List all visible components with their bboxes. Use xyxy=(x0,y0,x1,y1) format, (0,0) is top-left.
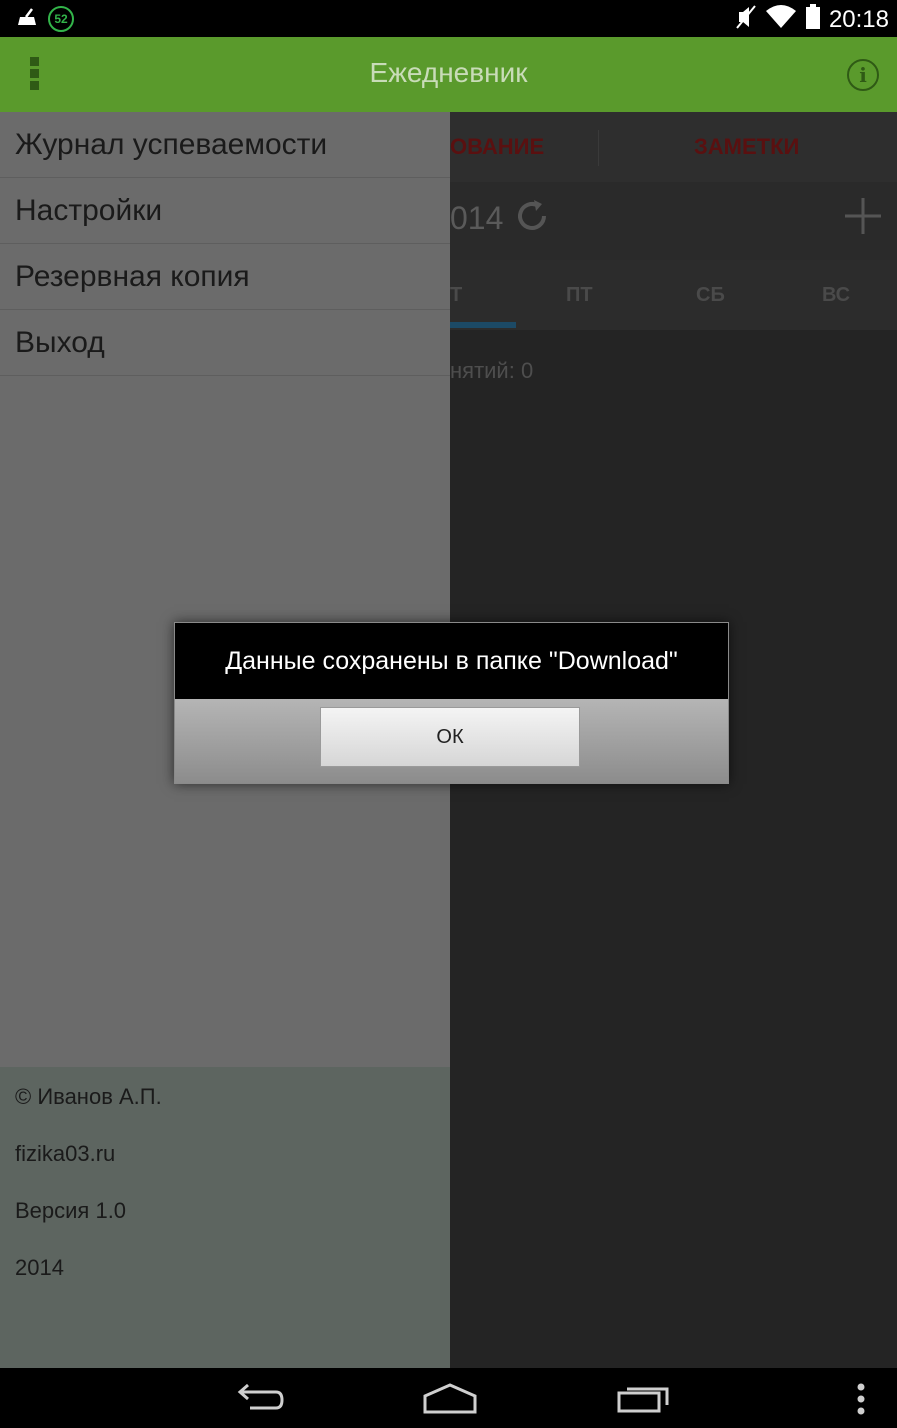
mute-icon xyxy=(735,4,757,35)
screen: 52 20:18 Ежедневник i ОВАНИЕ ЗАМЕТКИ 014… xyxy=(0,0,897,1428)
app-title: Ежедневник xyxy=(369,57,528,88)
battery-icon xyxy=(805,4,821,35)
day-tab-thu[interactable]: Т xyxy=(450,284,462,307)
tabs-row: ОВАНИЕ ЗАМЕТКИ xyxy=(450,112,897,182)
date-row: 014 xyxy=(450,182,897,260)
day-tab-sat[interactable]: СБ xyxy=(696,284,725,307)
recents-icon[interactable] xyxy=(616,1382,670,1419)
clock: 20:18 xyxy=(828,5,889,33)
notification-badge-icon: 52 xyxy=(48,6,74,32)
year-text: 2014 xyxy=(15,1255,64,1280)
drawer-item-exit[interactable]: Выход xyxy=(0,310,450,376)
day-tab-sun[interactable]: ВС xyxy=(822,284,850,307)
day-tab-indicator xyxy=(450,322,516,328)
overflow-menu-icon[interactable] xyxy=(856,1382,866,1421)
home-icon[interactable] xyxy=(422,1382,478,1419)
tab-schedule[interactable]: ОВАНИЕ xyxy=(450,134,544,160)
back-icon[interactable] xyxy=(232,1382,284,1419)
system-nav-bar xyxy=(0,1368,897,1428)
drawer-item-settings[interactable]: Настройки xyxy=(0,178,450,244)
date-label: 014 xyxy=(450,200,504,236)
drawer-item-gradebook[interactable]: Журнал успеваемости xyxy=(0,112,450,178)
wifi-icon xyxy=(765,5,797,34)
status-bar: 52 20:18 xyxy=(0,0,897,37)
dialog-button-bar: ОК xyxy=(175,699,728,783)
ok-button[interactable]: ОК xyxy=(320,707,580,767)
info-icon[interactable]: i xyxy=(847,59,879,91)
drawer-footer: © Иванов А.П. fizika03.ru Версия 1.0 201… xyxy=(0,1067,450,1368)
author-text: © Иванов А.П. xyxy=(15,1084,162,1109)
status-right: 20:18 xyxy=(735,4,889,35)
day-tab-fri[interactable]: ПТ xyxy=(566,284,593,307)
status-left: 52 xyxy=(16,6,74,32)
tab-divider xyxy=(598,130,599,166)
action-bar: Ежедневник i xyxy=(0,37,897,112)
site-link[interactable]: fizika03.ru xyxy=(15,1141,115,1167)
refresh-icon[interactable] xyxy=(514,198,550,234)
cleaner-icon xyxy=(16,7,38,32)
days-row: Т ПТ СБ ВС xyxy=(450,260,897,330)
dialog-message: Данные сохранены в папке "Download" xyxy=(175,623,728,699)
tab-notes[interactable]: ЗАМЕТКИ xyxy=(694,134,799,160)
alert-dialog: Данные сохранены в папке "Download" ОК xyxy=(174,622,729,784)
lessons-count: нятий: 0 xyxy=(450,358,534,383)
version-text: Версия 1.0 xyxy=(15,1198,127,1223)
drawer-item-backup[interactable]: Резервная копия xyxy=(0,244,450,310)
add-icon[interactable] xyxy=(843,196,883,236)
